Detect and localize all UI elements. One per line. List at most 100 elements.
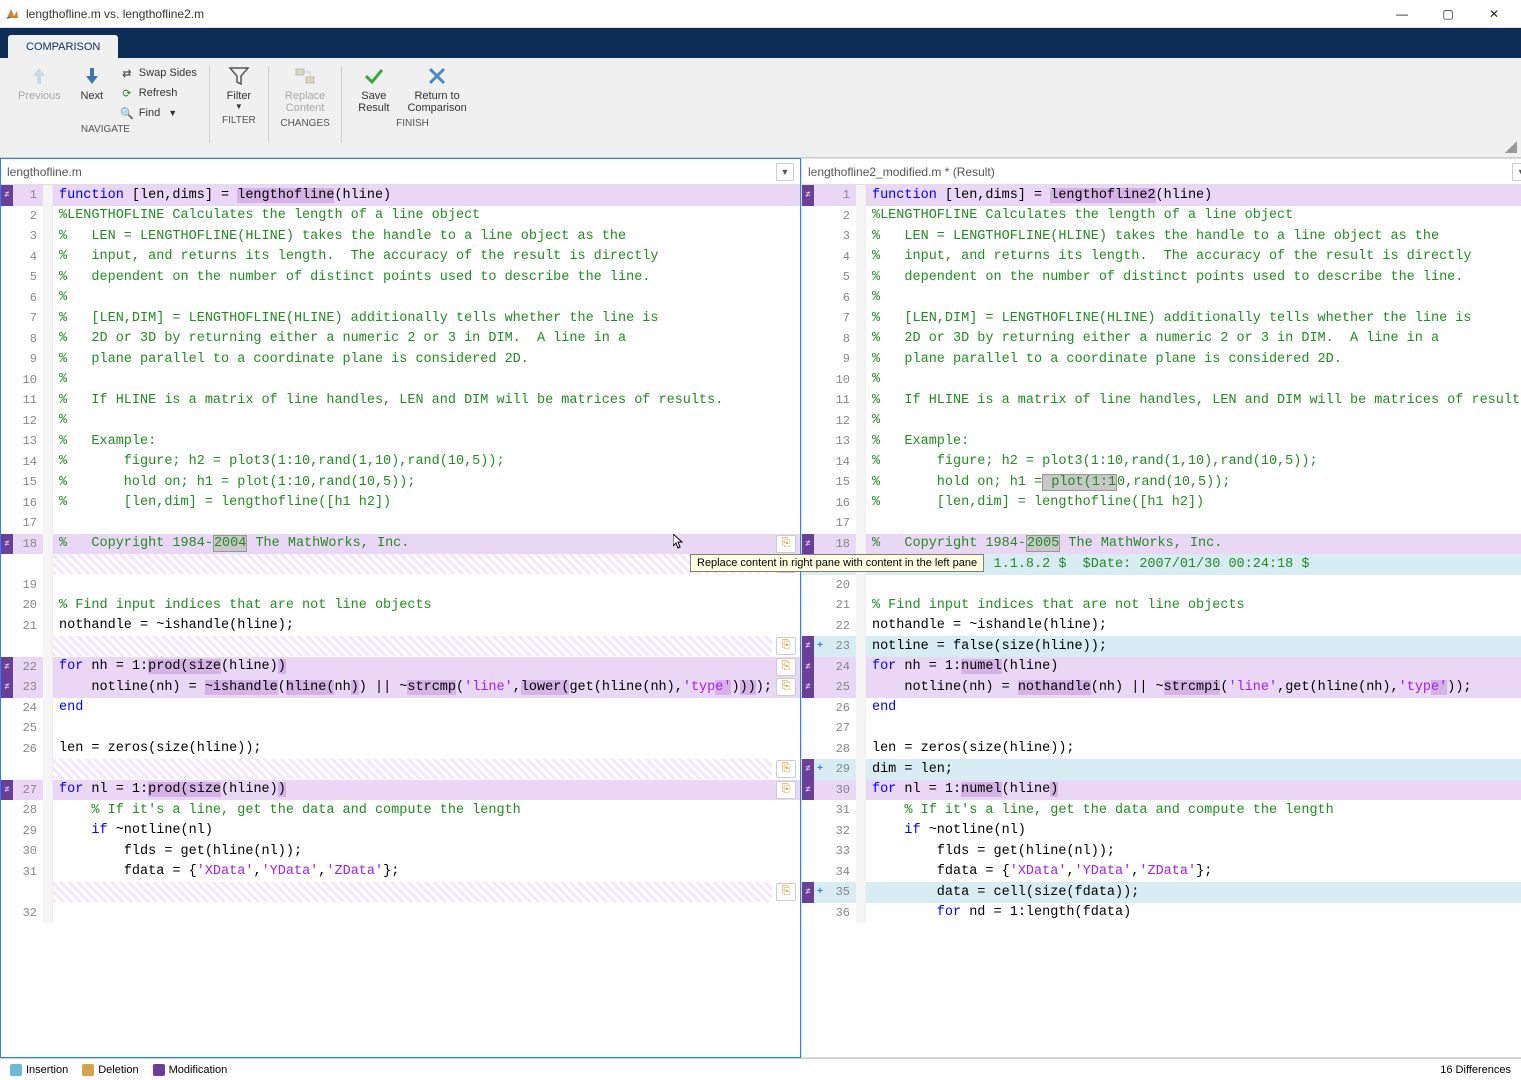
code-line: ≠ 30 for nl = 1:numel(hline) xyxy=(802,780,1521,801)
code-line: 4 % input, and returns its length. The a… xyxy=(1,247,800,268)
line-number: 1 xyxy=(826,188,856,202)
code-line: 15 % hold on; h1 = plot(1:10,rand(10,5))… xyxy=(802,472,1521,493)
code-line: 28 len = zeros(size(hline)); xyxy=(802,739,1521,760)
right-file-name: lengthofline2_modified.m * (Result) xyxy=(808,165,995,179)
ribbon-group-filter: Filter ▼ FILTER xyxy=(212,62,266,157)
line-number: 34 xyxy=(826,865,856,879)
merge-right-button[interactable]: ⎘ xyxy=(776,760,796,778)
code-line: 11 % If HLINE is a matrix of line handle… xyxy=(1,390,800,411)
merge-right-button[interactable]: ⎘ xyxy=(776,658,796,676)
code-line: ≠ 24 for nh = 1:numel(hline) xyxy=(802,657,1521,678)
code-line: 31 fdata = {'XData','YData','ZData'}; xyxy=(1,862,800,883)
return-to-comparison-button[interactable]: Return to Comparison xyxy=(399,62,474,116)
maximize-button[interactable]: ▢ xyxy=(1425,0,1471,28)
code-line: 26 end xyxy=(802,698,1521,719)
code-line: 10 % xyxy=(1,370,800,391)
line-number: 4 xyxy=(826,250,856,264)
line-number: 3 xyxy=(826,229,856,243)
code-line: 3 % LEN = LENGTHOFLINE(HLINE) takes the … xyxy=(802,226,1521,247)
code-line: 6 % xyxy=(1,288,800,309)
left-file-dropdown[interactable]: ▼ xyxy=(776,163,794,181)
line-number: 8 xyxy=(826,332,856,346)
find-button[interactable]: 🔍Find▼ xyxy=(115,104,201,122)
check-icon xyxy=(362,64,386,88)
left-pane-header: lengthofline.m ▼ xyxy=(1,159,800,185)
line-number: 32 xyxy=(826,824,856,838)
merge-right-button[interactable]: ⎘ xyxy=(776,637,796,655)
legend-modification: Modification xyxy=(153,1064,228,1076)
line-number: 16 xyxy=(826,496,856,510)
minimize-button[interactable]: — xyxy=(1379,0,1425,28)
funnel-icon xyxy=(227,64,251,88)
code-line: 16 % [len,dim] = lengthofline([h1 h2]) xyxy=(1,493,800,514)
close-button[interactable]: ✕ xyxy=(1471,0,1517,28)
left-pane: lengthofline.m ▼ ≠ 1 function [len,dims]… xyxy=(0,158,801,1058)
mouse-cursor-icon xyxy=(673,534,689,550)
line-number: 23 xyxy=(13,680,43,694)
line-number: 25 xyxy=(13,721,43,735)
line-number: 22 xyxy=(826,619,856,633)
status-bar: Insertion Deletion Modification 16 Diffe… xyxy=(0,1058,1521,1080)
code-line: 2 %LENGTHOFLINE Calculates the length of… xyxy=(802,206,1521,227)
line-number: 24 xyxy=(826,660,856,674)
code-line: 3 % LEN = LENGTHOFLINE(HLINE) takes the … xyxy=(1,226,800,247)
code-line: ≠ + 29 dim = len; xyxy=(802,759,1521,780)
swap-sides-button[interactable]: ⇄Swap Sides xyxy=(115,64,201,82)
line-number: 35 xyxy=(826,885,856,899)
left-code-area[interactable]: ≠ 1 function [len,dims] = lengthofline(h… xyxy=(1,185,800,1057)
code-line: 36 for nd = 1:length(fdata) xyxy=(802,903,1521,924)
line-number: 21 xyxy=(826,598,856,612)
line-number: 25 xyxy=(826,680,856,694)
filter-button[interactable]: Filter ▼ xyxy=(218,62,260,113)
line-number: 12 xyxy=(13,414,43,428)
line-number: 27 xyxy=(13,783,43,797)
merge-right-button[interactable]: ⎘ xyxy=(776,883,796,901)
line-number: 31 xyxy=(826,803,856,817)
previous-button[interactable]: Previous xyxy=(10,62,69,104)
line-number: 13 xyxy=(13,434,43,448)
code-line: 9 % plane parallel to a coordinate plane… xyxy=(1,349,800,370)
save-result-button[interactable]: Save Result xyxy=(350,62,397,116)
code-line: 7 % [LEN,DIM] = LENGTHOFLINE(HLINE) addi… xyxy=(802,308,1521,329)
code-line: 12 % xyxy=(802,411,1521,432)
line-number: 6 xyxy=(826,291,856,305)
merge-right-button[interactable]: ⎘ xyxy=(776,781,796,799)
code-line: 9 % plane parallel to a coordinate plane… xyxy=(802,349,1521,370)
code-line: 8 % 2D or 3D by returning either a numer… xyxy=(1,329,800,350)
right-code-area[interactable]: ≠ 1 function [len,dims] = lengthofline2(… xyxy=(802,185,1521,1057)
next-button[interactable]: Next xyxy=(71,62,113,104)
line-number: 15 xyxy=(826,475,856,489)
right-file-dropdown[interactable]: ▼ xyxy=(1512,163,1521,181)
line-number: 20 xyxy=(826,578,856,592)
merge-right-button[interactable]: ⎘ xyxy=(776,535,796,553)
line-number: 36 xyxy=(826,906,856,920)
line-number: 24 xyxy=(13,701,43,715)
line-number: 29 xyxy=(826,762,856,776)
matlab-icon xyxy=(4,6,20,22)
legend-insertion: Insertion xyxy=(10,1064,68,1076)
merge-right-button[interactable]: ⎘ xyxy=(776,678,796,696)
ribbon: Previous Next ⇄Swap Sides ⟳Refresh 🔍Find… xyxy=(0,58,1521,158)
line-number: 14 xyxy=(826,455,856,469)
line-number: 18 xyxy=(826,537,856,551)
code-line: ≠ + 23 notline = false(size(hline)); xyxy=(802,636,1521,657)
swap-icon: ⇄ xyxy=(119,65,135,81)
line-number: 7 xyxy=(13,311,43,325)
refresh-icon: ⟳ xyxy=(119,85,135,101)
line-number: 22 xyxy=(13,660,43,674)
code-line: ≠ 23 notline(nh) = ~ishandle(hline(nh)) … xyxy=(1,677,800,698)
code-line: 33 flds = get(hline(nl)); xyxy=(802,841,1521,862)
code-line: 31 % If it's a line, get the data and co… xyxy=(802,800,1521,821)
line-number: 20 xyxy=(13,598,43,612)
replace-content-button[interactable]: Replace Content xyxy=(277,62,333,116)
line-number: 9 xyxy=(13,352,43,366)
line-number: 12 xyxy=(826,414,856,428)
refresh-button[interactable]: ⟳Refresh xyxy=(115,84,201,102)
close-x-icon xyxy=(425,64,449,88)
ribbon-collapse-handle[interactable] xyxy=(1505,141,1517,153)
right-pane-header: lengthofline2_modified.m * (Result) ▼ xyxy=(802,159,1521,185)
tab-comparison[interactable]: COMPARISON xyxy=(8,35,118,58)
code-line: 27 xyxy=(802,718,1521,739)
line-number: 18 xyxy=(13,537,43,551)
code-line: 13 % Example: xyxy=(802,431,1521,452)
